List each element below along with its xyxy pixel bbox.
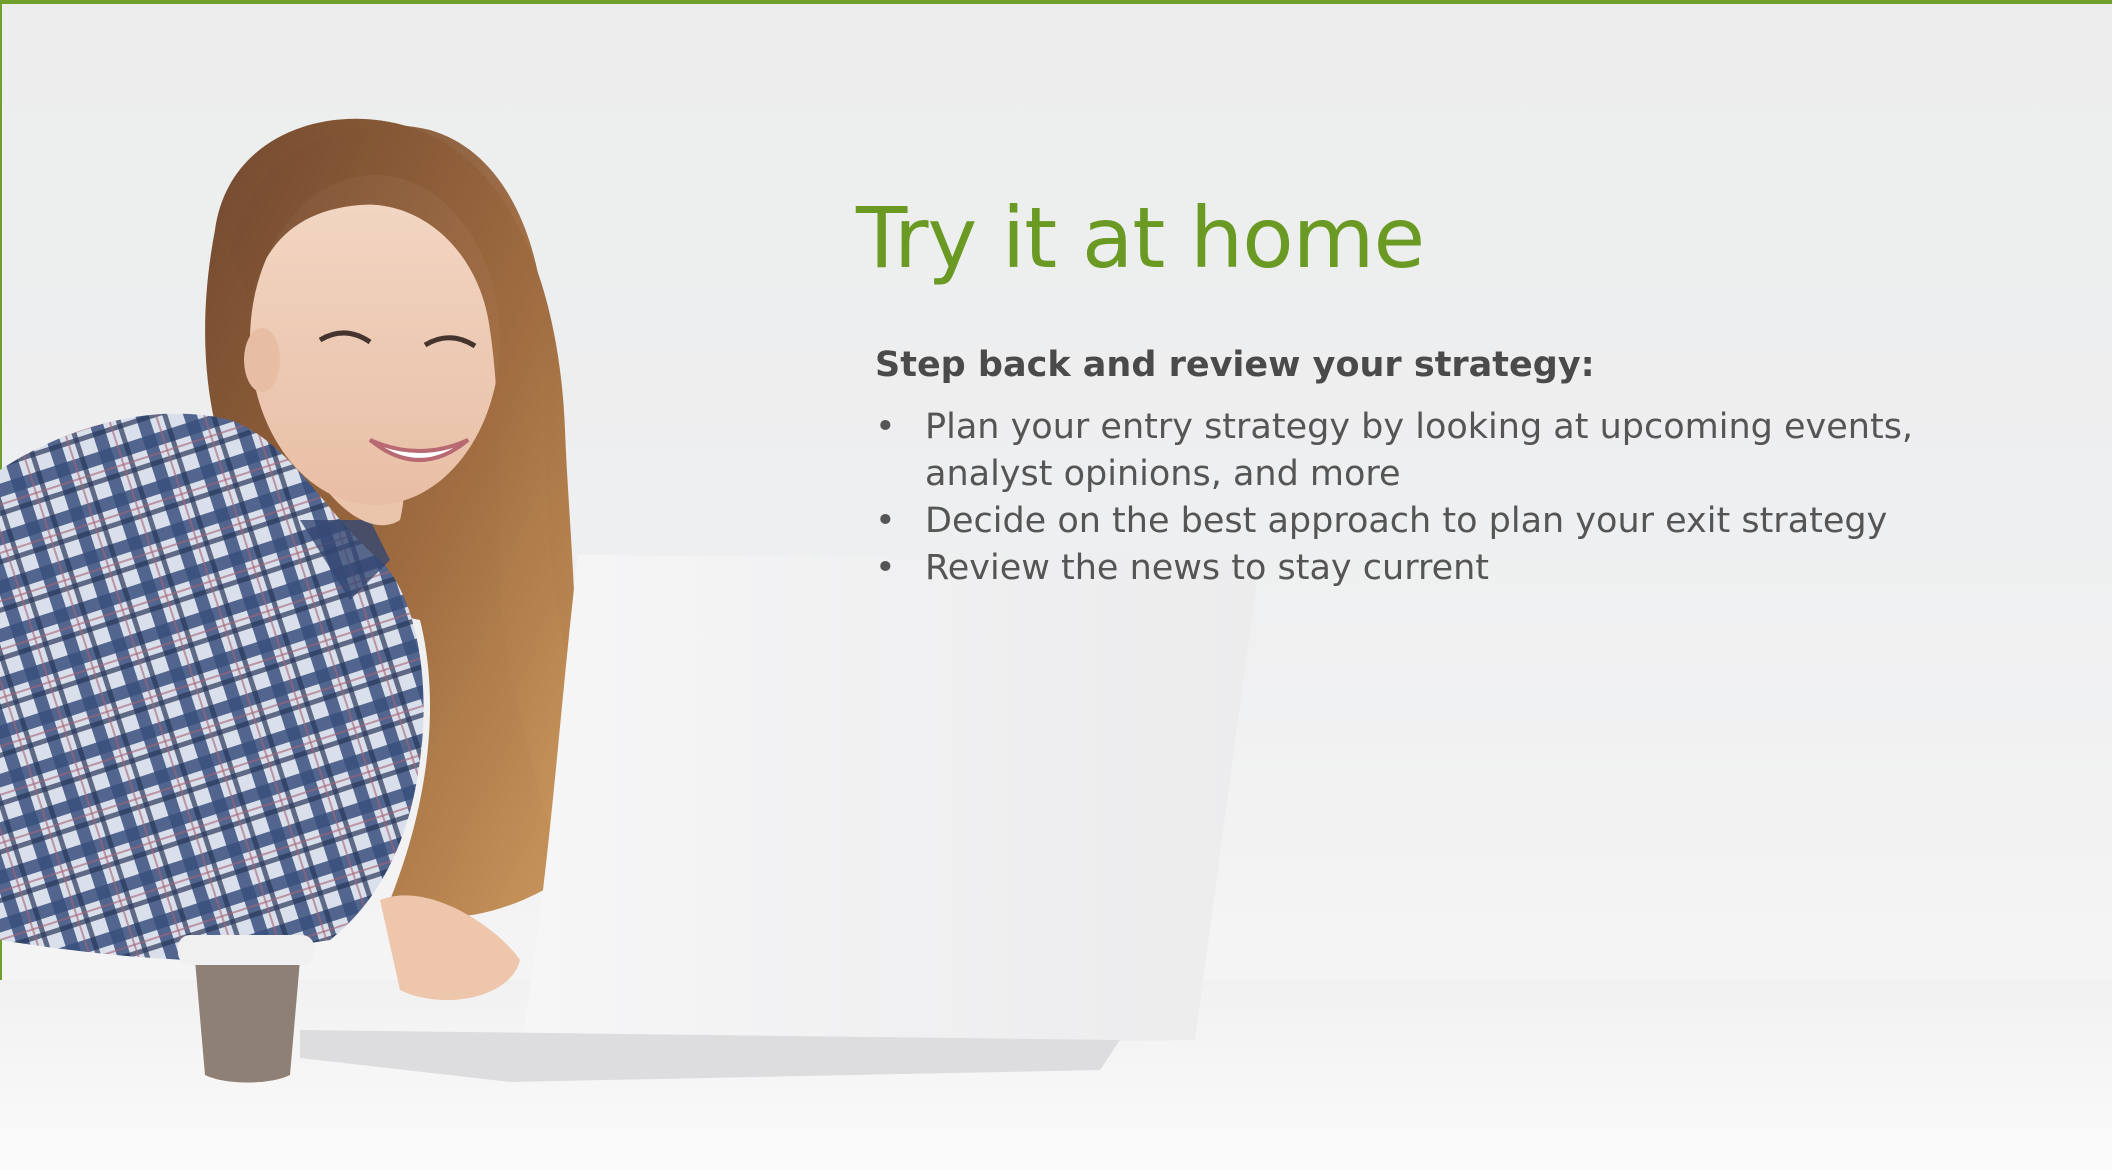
bullet-list: • Plan your entry strategy by looking at… bbox=[875, 404, 1995, 592]
bullet-text: Decide on the best approach to plan your… bbox=[925, 501, 1888, 541]
bullet-item: • Plan your entry strategy by looking at… bbox=[875, 404, 1995, 498]
bullet-item: • Decide on the best approach to plan yo… bbox=[875, 498, 1995, 545]
bullet-glyph: • bbox=[875, 501, 896, 541]
bullet-item: • Review the news to stay current bbox=[875, 545, 1995, 592]
bullet-text: Plan your entry strategy by looking at u… bbox=[925, 407, 1914, 494]
bullet-glyph: • bbox=[875, 548, 896, 588]
slide-title: Try it at home bbox=[856, 189, 1425, 287]
slide-subheading: Step back and review your strategy: bbox=[875, 345, 1595, 385]
bullet-text: Review the news to stay current bbox=[925, 548, 1490, 588]
bullet-glyph: • bbox=[875, 407, 896, 447]
slide: Try it at home Step back and review your… bbox=[0, 0, 2112, 1170]
